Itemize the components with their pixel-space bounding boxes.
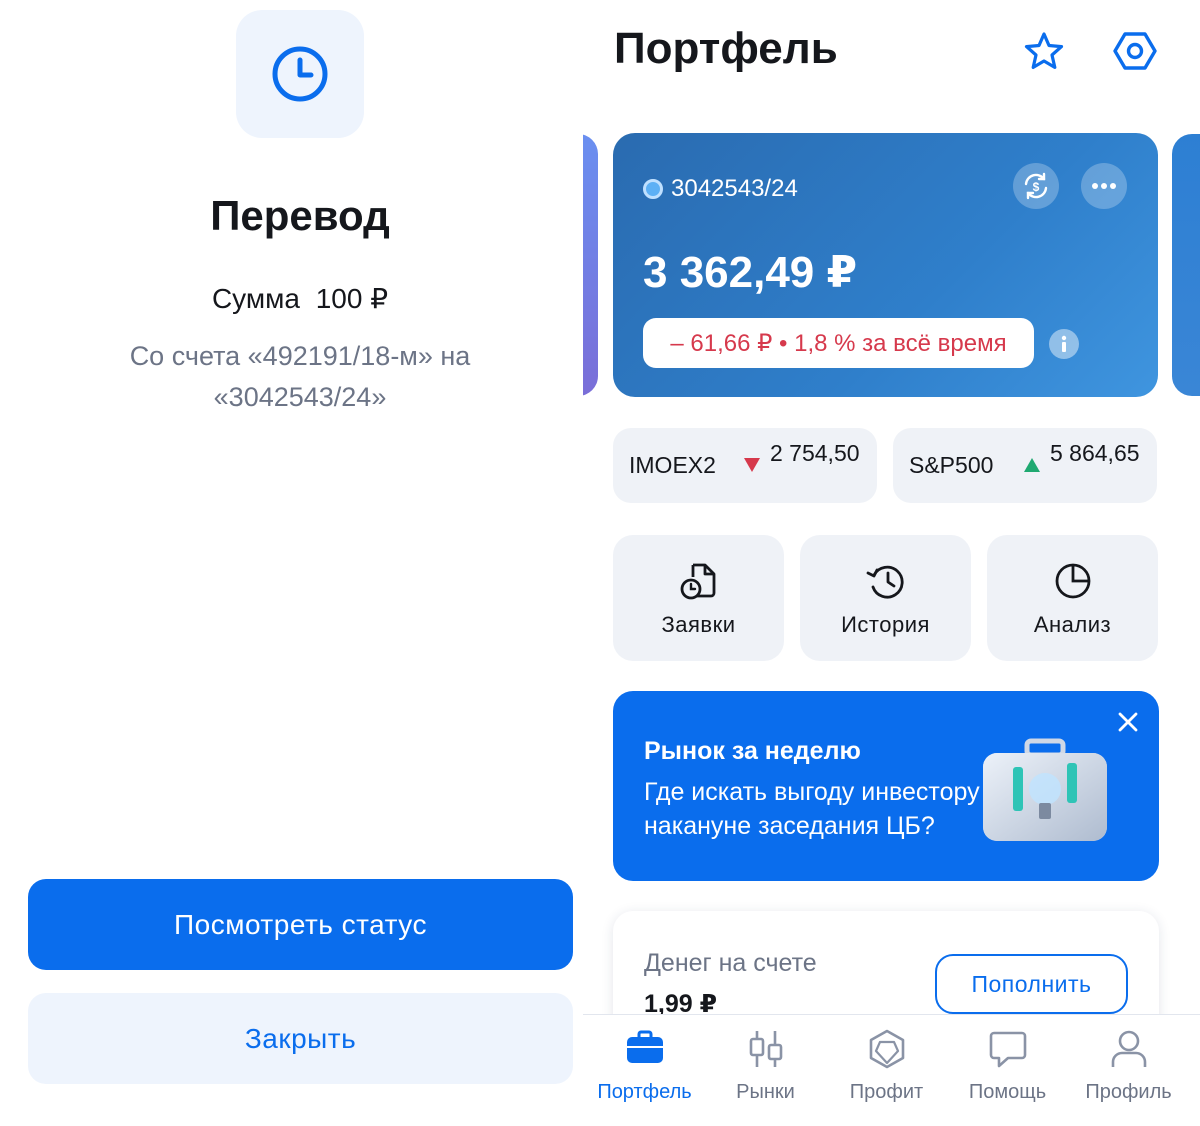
currency-exchange-button[interactable]: $	[1013, 163, 1059, 209]
info-button[interactable]	[1049, 329, 1079, 359]
page-title: Портфель	[614, 24, 838, 73]
down-arrow-icon	[744, 458, 760, 472]
account-card[interactable]: 3042543/24 $ 3 362,49 ₽ – 61,66 ₽ • 1,8 …	[613, 133, 1158, 397]
sum-value: 100 ₽	[315, 283, 389, 314]
clock-icon	[272, 46, 328, 102]
orders-icon	[680, 563, 715, 600]
svg-text:$: $	[1033, 180, 1040, 194]
market-week-banner[interactable]: Рынок за неделю Где искать выгоду инвест…	[613, 691, 1159, 881]
tab-label: Профит	[849, 1081, 924, 1103]
account-change-badge: – 61,66 ₽ • 1,8 % за всё время	[643, 318, 1034, 368]
sum-label: Сумма	[211, 283, 300, 314]
transfer-sum: Сумма 100 ₽	[0, 282, 600, 315]
info-icon	[1061, 335, 1067, 352]
up-arrow-icon	[1024, 458, 1040, 472]
briefcase-illustration-icon	[983, 738, 1107, 841]
view-status-button[interactable]: Посмотреть статус	[28, 879, 573, 970]
top-up-button[interactable]: Пополнить	[935, 954, 1128, 1014]
previous-account-card[interactable]	[583, 134, 598, 396]
promo-text: Где искать выгоду инвестору накануне зас…	[644, 778, 980, 840]
clock-tile	[236, 10, 364, 138]
candles-icon	[749, 1031, 782, 1067]
index-value: 2 754,50	[770, 440, 860, 466]
close-banner-button[interactable]	[1113, 707, 1143, 737]
history-icon	[866, 565, 904, 599]
tab-portfolio[interactable]: Портфель	[583, 1015, 706, 1126]
star-icon	[1024, 32, 1064, 69]
chat-icon	[989, 1031, 1026, 1068]
tab-label: Помощь	[968, 1081, 1047, 1103]
history-button[interactable]: История	[800, 535, 971, 661]
cash-label: Денег на счете	[644, 949, 817, 977]
account-dot-icon	[643, 179, 663, 199]
orders-label: Заявки	[661, 612, 736, 637]
promo-title: Рынок за неделю	[644, 737, 861, 765]
more-button[interactable]	[1081, 163, 1127, 209]
pie-chart-icon	[1055, 563, 1090, 599]
transfer-description: Со счета «492191/18-м» на «3042543/24»	[129, 341, 471, 412]
next-account-card[interactable]	[1172, 134, 1200, 396]
currency-exchange-icon: $	[1024, 172, 1048, 200]
tab-label: Рынки	[736, 1081, 795, 1103]
tab-help[interactable]: Помощь	[946, 1015, 1069, 1126]
index-name: S&P500	[909, 452, 994, 478]
profit-icon	[869, 1029, 904, 1069]
account-id: 3042543/24	[643, 175, 798, 203]
close-icon	[1118, 712, 1138, 732]
index-card-sp500[interactable]: S&P500 5 864,65	[893, 428, 1157, 503]
analysis-label: Анализ	[1033, 612, 1112, 637]
orders-button[interactable]: Заявки	[613, 535, 784, 661]
history-label: История	[841, 612, 930, 637]
more-icon	[1092, 183, 1116, 189]
tab-label: Портфель	[597, 1081, 692, 1103]
tab-label: Профиль	[1085, 1081, 1172, 1103]
index-value: 5 864,65	[1050, 440, 1140, 466]
transfer-title: Перевод	[210, 192, 390, 239]
settings-icon	[1113, 32, 1157, 70]
index-card-imoex2[interactable]: IMOEX2 2 754,50	[613, 428, 877, 503]
transfer-result-panel: Перевод Сумма 100 ₽ Со счета «492191/18-…	[0, 0, 600, 1126]
bottom-tab-bar: Портфель Рынки Профит Помощь Профиль	[583, 1014, 1200, 1126]
favorites-button[interactable]	[1021, 28, 1067, 74]
tab-profit[interactable]: Профит	[825, 1015, 948, 1126]
tab-markets[interactable]: Рынки	[704, 1015, 827, 1126]
analysis-button[interactable]: Анализ	[987, 535, 1158, 661]
tab-profile[interactable]: Профиль	[1067, 1015, 1190, 1126]
account-amount: 3 362,49 ₽	[643, 248, 858, 297]
person-icon	[1111, 1030, 1146, 1067]
account-id-text: 3042543/24	[671, 175, 798, 202]
close-button[interactable]: Закрыть	[28, 993, 573, 1084]
briefcase-icon	[626, 1030, 663, 1063]
portfolio-screen: Портфель 3042543/24 $ 3 362,49 ₽ – 61,66…	[583, 0, 1200, 1126]
settings-button[interactable]	[1112, 28, 1158, 74]
screen: Перевод Сумма 100 ₽ Со счета «492191/18-…	[0, 0, 1200, 1126]
index-name: IMOEX2	[629, 452, 716, 478]
